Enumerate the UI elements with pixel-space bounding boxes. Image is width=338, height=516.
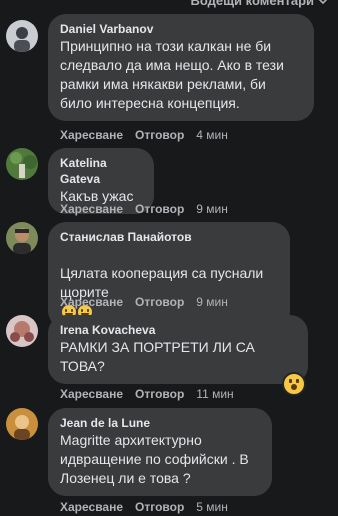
avatar[interactable]: [6, 222, 38, 254]
reply-button[interactable]: Отговор: [135, 295, 184, 309]
comment-bubble: Станислав Панайотов Цялата кооперация са…: [48, 222, 290, 329]
timestamp[interactable]: 11 мин: [196, 387, 233, 401]
like-button[interactable]: Харесване: [60, 500, 123, 514]
comment-bubble: Irena Kovacheva РАМКИ ЗА ПОРТРЕТИ ЛИ СА …: [48, 315, 308, 384]
comment-author[interactable]: Станислав Панайотов: [60, 229, 278, 245]
reply-button[interactable]: Отговор: [135, 500, 184, 514]
chevron-down-icon: [319, 0, 327, 4]
comment-author[interactable]: Daniel Varbanov: [60, 21, 302, 37]
comment-author[interactable]: Irena Kovacheva: [60, 322, 296, 338]
reply-button[interactable]: Отговор: [135, 202, 184, 216]
comment-author[interactable]: Jean de la Lune: [60, 415, 260, 431]
comment-text: РАМКИ ЗА ПОРТРЕТИ ЛИ СА ТОВА?: [60, 339, 255, 374]
like-button[interactable]: Харесване: [60, 295, 123, 309]
comment-actions: Харесване Отговор 11 мин: [60, 387, 234, 401]
avatar[interactable]: [6, 20, 38, 52]
comment-text: Принципно на този калкан не би следвало …: [60, 38, 284, 111]
avatar[interactable]: [6, 408, 38, 440]
like-button[interactable]: Харесване: [60, 202, 123, 216]
reply-button[interactable]: Отговор: [135, 387, 184, 401]
comment-bubble: Jean de la Lune Magritte архитектурно ид…: [48, 408, 272, 496]
comment-actions: Харесване Отговор 4 мин: [60, 128, 228, 142]
sort-label: Водещи коментари: [190, 0, 314, 8]
comment-actions: Харесване Отговор 5 мин: [60, 500, 228, 514]
like-button[interactable]: Харесване: [60, 128, 123, 142]
sort-comments-dropdown[interactable]: Водещи коментари: [190, 0, 328, 8]
comment-bubble: Daniel Varbanov Принципно на този калкан…: [48, 14, 314, 121]
wow-reaction-icon[interactable]: [282, 372, 306, 396]
comment-author[interactable]: Katelina Gateva: [60, 155, 142, 187]
timestamp[interactable]: 9 мин: [196, 295, 228, 309]
timestamp[interactable]: 9 мин: [196, 202, 228, 216]
reply-button[interactable]: Отговор: [135, 128, 184, 142]
timestamp[interactable]: 4 мин: [196, 128, 228, 142]
comment-actions: Харесване Отговор 9 мин: [60, 202, 228, 216]
comment-text: Magritte архитектурно идвращение по софи…: [60, 432, 249, 486]
avatar[interactable]: [6, 148, 38, 180]
avatar[interactable]: [6, 315, 38, 347]
like-button[interactable]: Харесване: [60, 387, 123, 401]
timestamp[interactable]: 5 мин: [196, 500, 228, 514]
comment-actions: Харесване Отговор 9 мин: [60, 295, 228, 309]
